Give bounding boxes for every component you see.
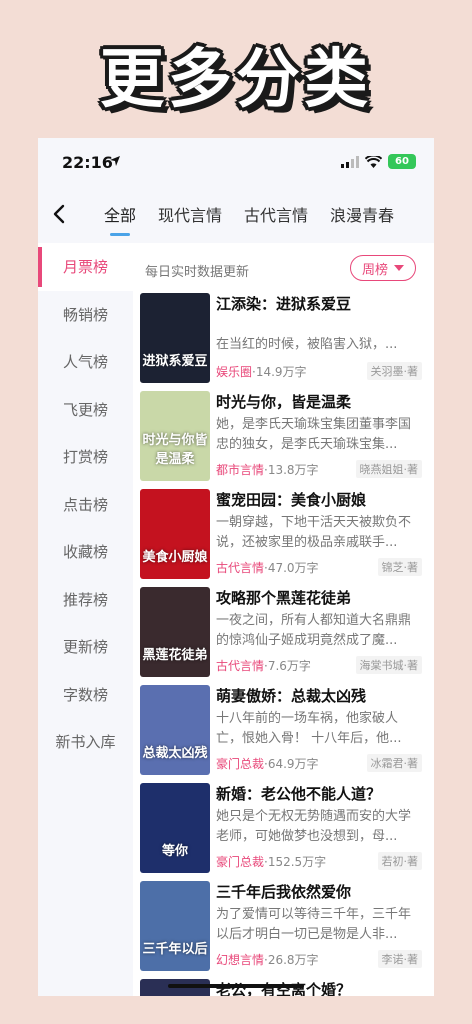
- battery-icon: 60: [388, 154, 416, 169]
- cover-text: 黑莲花徒弟: [142, 648, 208, 663]
- book-description: 她，是李氏天瑜珠宝集团董事李国忠的独女，是李氏天瑜珠宝集...: [216, 417, 412, 452]
- tab-modern-romance[interactable]: 现代言情: [158, 202, 222, 226]
- cover-text: 三千年以后: [142, 942, 208, 957]
- book-cover: 时光与你皆是温柔: [140, 391, 210, 481]
- sidebar-item-popular[interactable]: 人气榜: [38, 338, 133, 386]
- book-description: 她只是个无权无势随遇而安的大学老师，可她做梦也没想到，母...: [216, 809, 412, 844]
- sidebar-item-fast-update[interactable]: 飞更榜: [38, 386, 133, 434]
- book-author: 关羽墨·著: [366, 362, 422, 380]
- back-arrow-icon[interactable]: [48, 202, 72, 226]
- book-genre[interactable]: 古代言情: [216, 561, 264, 575]
- book-title: 三千年后我依然爱你: [216, 883, 352, 901]
- book-author: 李诺·著: [377, 950, 422, 968]
- book-item[interactable]: 时光与你皆是温柔 时光与你，皆是温柔 她，是李氏天瑜珠宝集团董事李国忠的独女，是…: [140, 391, 432, 483]
- cover-text: 美食小厨娘: [142, 550, 208, 565]
- book-genre[interactable]: 古代言情: [216, 659, 264, 673]
- book-title: 萌妻傲娇：总裁太凶残: [216, 687, 367, 705]
- book-genre[interactable]: 幻想言情: [216, 953, 264, 967]
- book-meta: 幻想言情·26.8万字: [216, 951, 319, 968]
- book-word-count: ·13.8万字: [264, 463, 319, 477]
- book-title: 攻略那个黑莲花徒弟: [216, 589, 352, 607]
- book-word-count: ·64.9万字: [264, 757, 319, 771]
- book-author: 海棠书城·著: [355, 656, 422, 674]
- sort-dropdown[interactable]: 周榜: [350, 255, 416, 281]
- book-item[interactable]: 等你 新婚：老公他不能人道？ 她只是个无权无势随遇而安的大学老师，可她做梦也没想…: [140, 783, 432, 875]
- book-title: 时光与你，皆是温柔: [216, 393, 352, 411]
- book-author: 若初·著: [377, 852, 422, 870]
- tab-all[interactable]: 全部: [104, 202, 136, 236]
- cellular-signal-icon: [341, 155, 359, 168]
- book-cover: 美食小厨娘: [140, 489, 210, 579]
- book-description: 一夜之间，所有人都知道大名鼎鼎的惊鸿仙子姬成玥竟然成了魔...: [216, 613, 412, 648]
- list-subtitle: 每日实时数据更新: [145, 265, 250, 280]
- tab-ancient-romance[interactable]: 古代言情: [244, 202, 308, 226]
- book-word-count: ·152.5万字: [264, 855, 327, 869]
- book-cover: 进狱系爱豆: [140, 293, 210, 383]
- book-meta: 古代言情·47.0万字: [216, 559, 319, 576]
- status-bar: 22:16 60: [38, 138, 434, 188]
- book-title: 蜜宠田园：美食小厨娘: [216, 491, 367, 509]
- phone-screen: 22:16 60 全部 现代言情 古代言情 浪漫青春 月票榜 畅销榜 人气榜 飞…: [38, 138, 434, 996]
- book-description: 在当红的时候，被陷害入狱，...: [216, 337, 398, 352]
- book-item[interactable]: 进狱系爱豆 江添染：进狱系爱豆 在当红的时候，被陷害入狱，... 娱乐圈·14.…: [140, 293, 432, 385]
- promo-title: 更多分类: [100, 43, 372, 117]
- book-item[interactable]: 黑莲花徒弟 攻略那个黑莲花徒弟 一夜之间，所有人都知道大名鼎鼎的惊鸿仙子姬成玥竟…: [140, 587, 432, 679]
- book-meta: 豪门总裁·64.9万字: [216, 755, 319, 772]
- book-meta: 豪门总裁·152.5万字: [216, 853, 326, 870]
- sidebar-item-new-books[interactable]: 新书入库: [38, 718, 133, 766]
- sidebar-item-tips[interactable]: 打赏榜: [38, 433, 133, 481]
- sort-label: 周榜: [361, 262, 388, 278]
- book-title: 新婚：老公他不能人道？: [216, 785, 382, 803]
- book-cover: 总裁太凶残: [140, 685, 210, 775]
- cover-text: 等你: [161, 844, 188, 859]
- book-meta: 娱乐圈·14.9万字: [216, 363, 307, 380]
- book-genre[interactable]: 豪门总裁: [216, 757, 264, 771]
- book-cover: 三千年以后: [140, 881, 210, 971]
- book-word-count: ·14.9万字: [252, 365, 307, 379]
- cover-text: 时光与你皆是温柔: [142, 433, 208, 467]
- book-description: 为了爱情可以等待三千年，三千年以后才明白一切已是物是人非...: [216, 907, 412, 942]
- sidebar-item-recommend[interactable]: 推荐榜: [38, 576, 133, 624]
- book-word-count: ·47.0万字: [264, 561, 319, 575]
- sidebar-item-updates[interactable]: 更新榜: [38, 623, 133, 671]
- book-genre[interactable]: 娱乐圈: [216, 365, 252, 379]
- book-author: 冰霜君·著: [366, 754, 422, 772]
- cover-text: 总裁太凶残: [142, 746, 208, 761]
- book-title: 江添染：进狱系爱豆: [216, 295, 352, 313]
- home-indicator: [168, 984, 304, 988]
- book-word-count: ·7.6万字: [264, 659, 311, 673]
- sidebar-item-word-count[interactable]: 字数榜: [38, 671, 133, 719]
- book-meta: 古代言情·7.6万字: [216, 657, 311, 674]
- book-genre[interactable]: 都市言情: [216, 463, 264, 477]
- book-description: 一朝穿越，下地干活天天被欺负不说，还被家里的极品亲戚联手...: [216, 515, 412, 550]
- book-description: 十八年前的一场车祸，他家破人亡，恨她入骨！ 十八年后，他...: [216, 711, 402, 746]
- sidebar-item-monthly-ticket[interactable]: 月票榜: [38, 243, 133, 291]
- book-item[interactable]: 三千年以后 三千年后我依然爱你 为了爱情可以等待三千年，三千年以后才明白一切已是…: [140, 881, 432, 973]
- book-genre[interactable]: 豪门总裁: [216, 855, 264, 869]
- book-item[interactable]: 美食小厨娘 蜜宠田园：美食小厨娘 一朝穿越，下地干活天天被欺负不说，还被家里的极…: [140, 489, 432, 581]
- cover-text: 进狱系爱豆: [142, 354, 208, 369]
- book-list-panel: 每日实时数据更新 周榜 进狱系爱豆 江添染：进狱系爱豆 在当红的时候，被陷害入狱…: [133, 243, 434, 996]
- tab-youth-romance[interactable]: 浪漫青春: [330, 202, 394, 226]
- book-author: 晓燕姐姐·著: [355, 460, 422, 478]
- book-word-count: ·26.8万字: [264, 953, 319, 967]
- dropdown-triangle-icon: [394, 265, 404, 271]
- sidebar-item-clicks[interactable]: 点击榜: [38, 481, 133, 529]
- book-author: 锦芝·著: [377, 558, 422, 576]
- sidebar-item-bestseller[interactable]: 畅销榜: [38, 291, 133, 339]
- top-nav: 全部 现代言情 古代言情 浪漫青春: [38, 188, 434, 243]
- location-arrow-icon: [110, 156, 120, 166]
- wifi-icon: [365, 155, 382, 168]
- book-item[interactable]: 总裁太凶残 萌妻傲娇：总裁太凶残 十八年前的一场车祸，他家破人亡，恨她入骨！ 十…: [140, 685, 432, 777]
- book-cover: 等你: [140, 783, 210, 873]
- book-cover: 黑莲花徒弟: [140, 587, 210, 677]
- sidebar-item-favorites[interactable]: 收藏榜: [38, 528, 133, 576]
- status-time: 22:16: [62, 153, 113, 172]
- ranking-sidebar: 月票榜 畅销榜 人气榜 飞更榜 打赏榜 点击榜 收藏榜 推荐榜 更新榜 字数榜 …: [38, 243, 133, 996]
- book-meta: 都市言情·13.8万字: [216, 461, 319, 478]
